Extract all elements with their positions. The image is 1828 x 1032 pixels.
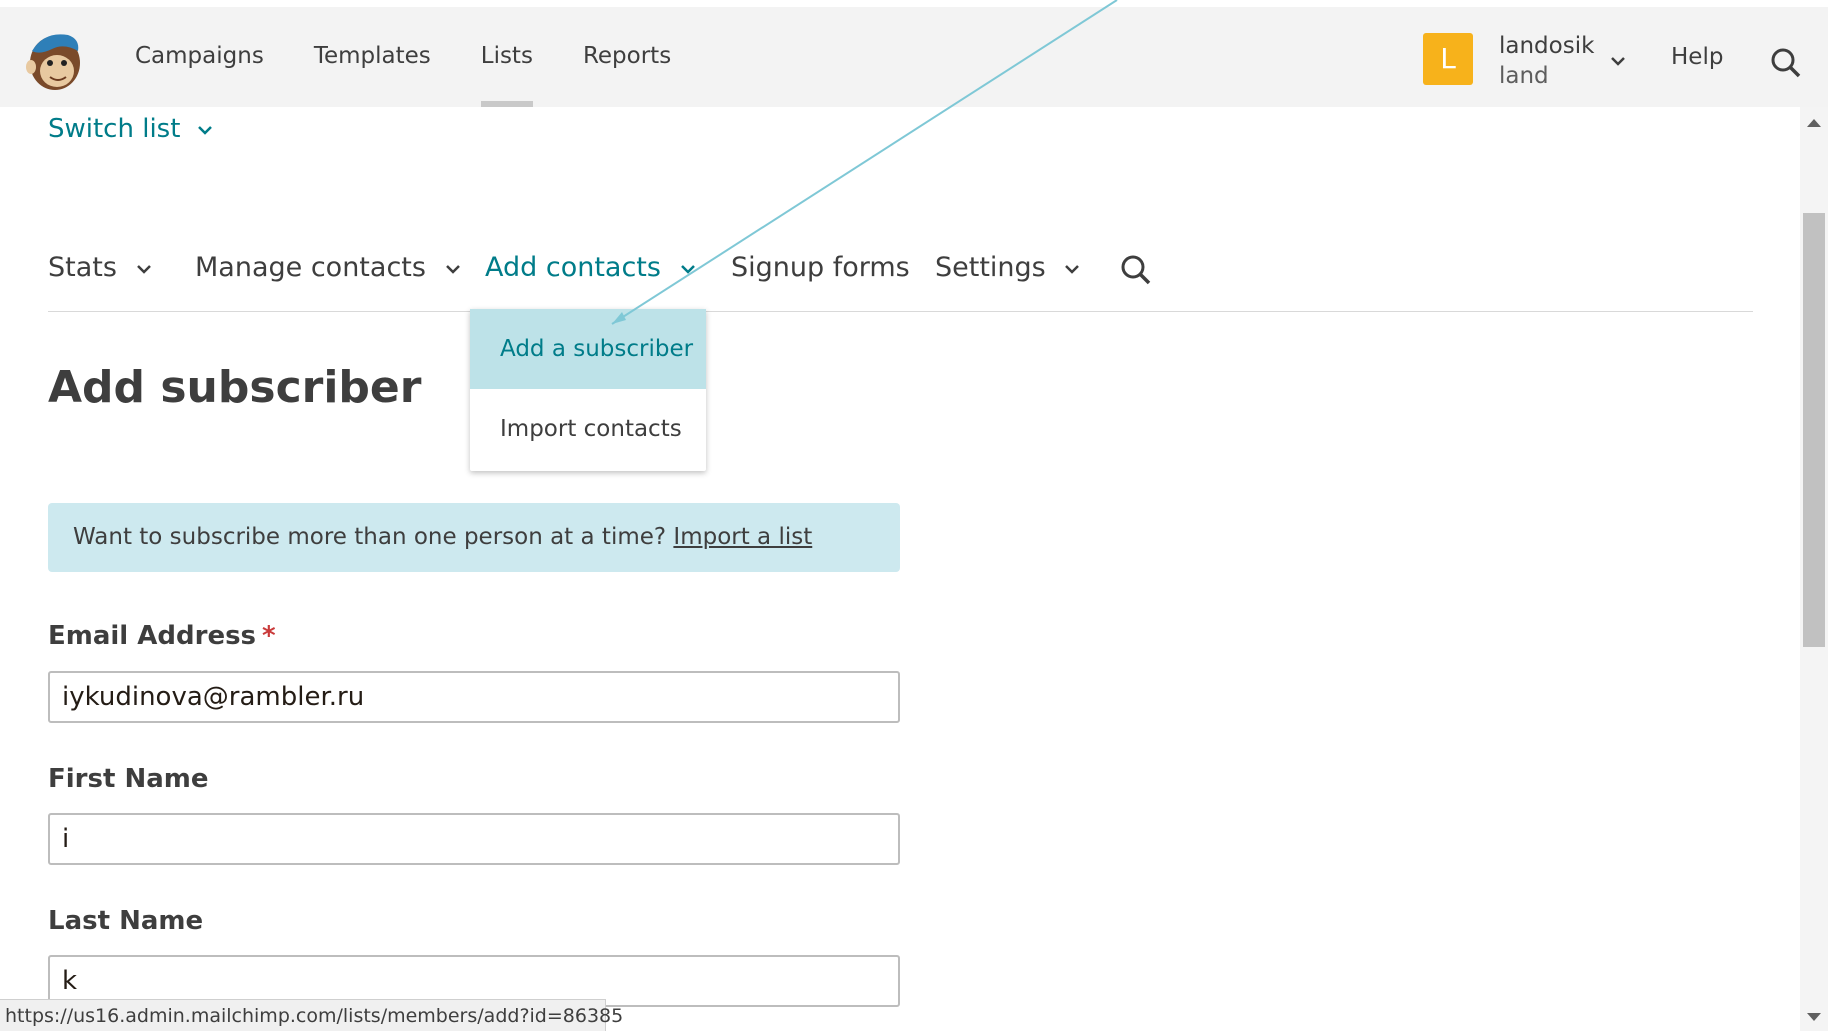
chevron-down-icon (445, 264, 460, 274)
import-list-link[interactable]: Import a list (673, 524, 812, 550)
subnav-settings[interactable]: Settings (935, 252, 1080, 283)
chevron-down-icon (680, 264, 695, 274)
dropdown-item-import-contacts[interactable]: Import contacts (470, 389, 706, 469)
scroll-up-arrow-icon[interactable] (1807, 119, 1821, 127)
subnav-manage-contacts-label: Manage contacts (195, 252, 426, 283)
help-link[interactable]: Help (1671, 7, 1723, 107)
topnav-reports[interactable]: Reports (583, 7, 671, 107)
import-info-banner: Want to subscribe more than one person a… (48, 503, 900, 572)
account-subname: land (1499, 63, 1549, 89)
switch-list-label: Switch list (48, 114, 181, 144)
chevron-down-icon (1065, 264, 1080, 274)
chevron-down-icon[interactable] (1610, 55, 1626, 67)
list-subnav: Stats Manage contacts Add contacts Signu… (48, 252, 1753, 312)
first-name-field[interactable] (48, 813, 900, 865)
browser-status-bar: https://us16.admin.mailchimp.com/lists/m… (0, 999, 623, 1031)
page-title: Add subscriber (48, 362, 422, 413)
switch-list-button[interactable]: Switch list (48, 114, 213, 144)
banner-text: Want to subscribe more than one person a… (73, 524, 674, 550)
subnav-stats-label: Stats (48, 252, 117, 283)
scroll-down-arrow-icon[interactable] (1807, 1013, 1821, 1021)
subnav-add-contacts-label: Add contacts (485, 252, 661, 283)
search-icon[interactable] (1120, 254, 1152, 286)
dropdown-item-add-subscriber[interactable]: Add a subscriber (470, 309, 706, 389)
email-label-text: Email Address (48, 621, 257, 651)
freddie-logo-icon[interactable] (24, 27, 86, 93)
scroll-thumb[interactable] (1803, 213, 1825, 647)
topnav-campaigns[interactable]: Campaigns (135, 7, 264, 107)
subnav-signup-forms[interactable]: Signup forms (731, 252, 910, 283)
chevron-down-icon (136, 264, 151, 274)
page-scrollbar[interactable] (1800, 107, 1828, 1031)
subnav-signup-forms-label: Signup forms (731, 252, 910, 283)
account-name[interactable]: landosik (1499, 33, 1594, 59)
add-contacts-dropdown: Add a subscriber Import contacts (470, 309, 706, 471)
subnav-settings-label: Settings (935, 252, 1046, 283)
topnav-lists[interactable]: Lists (480, 7, 534, 107)
search-icon[interactable] (1770, 47, 1802, 79)
required-mark: * (262, 621, 276, 651)
last-name-label: Last Name (48, 906, 204, 936)
email-label: Email Address * (48, 621, 276, 651)
top-navigation-bar: Campaigns Templates Lists Reports L land… (0, 7, 1828, 107)
chevron-down-icon (197, 125, 212, 135)
subnav-add-contacts[interactable]: Add contacts (485, 252, 696, 283)
first-name-label: First Name (48, 764, 209, 794)
topnav-templates[interactable]: Templates (314, 7, 431, 107)
email-field[interactable] (48, 671, 900, 723)
subnav-manage-contacts[interactable]: Manage contacts (195, 252, 461, 283)
subnav-stats[interactable]: Stats (48, 252, 152, 283)
avatar[interactable]: L (1423, 33, 1473, 85)
